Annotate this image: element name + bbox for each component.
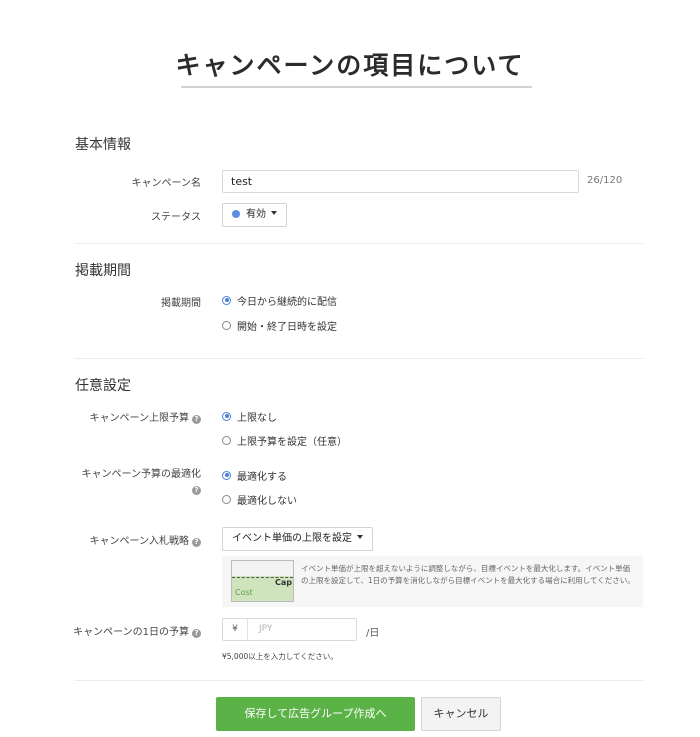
help-icon[interactable]: ? xyxy=(192,538,201,547)
bid-strategy-dropdown[interactable]: イベント単価の上限を設定 xyxy=(222,527,373,551)
status-dropdown[interactable]: 有効 xyxy=(222,203,287,227)
bid-info-text: イベント単価が上限を超えないように調整しながら、目標イベントを最大化します。イベ… xyxy=(301,564,635,585)
budget-opt-label: キャンペーン予算の最適化? xyxy=(81,467,202,497)
daily-budget-hint: ¥5,000以上を入力してください。 xyxy=(222,652,338,661)
daily-budget-label: キャンペーンの1日の予算? xyxy=(73,623,201,638)
period-option-continuous[interactable]: 今日から継続的に配信 xyxy=(222,293,337,308)
status-value: 有効 xyxy=(246,209,266,220)
title-underline xyxy=(181,86,532,88)
caret-down-icon xyxy=(357,535,363,539)
budget-opt-label-text: キャンペーン予算の最適化 xyxy=(81,469,202,480)
page-title: キャンペーンの項目について xyxy=(175,51,525,80)
radio-unchecked-icon[interactable] xyxy=(222,435,231,445)
section-title-basic: 基本情報 xyxy=(75,137,131,153)
status-dot-icon xyxy=(232,210,240,218)
budget-opt-option-label: 最適化しない xyxy=(237,495,297,507)
budget-opt-option-on[interactable]: 最適化する xyxy=(222,468,287,483)
section-title-optional: 任意設定 xyxy=(75,378,131,394)
per-day-unit: /日 xyxy=(366,628,380,639)
divider xyxy=(75,358,643,359)
bid-strategy-value: イベント単価の上限を設定 xyxy=(232,533,352,544)
campaign-name-value: test xyxy=(231,175,253,188)
help-icon[interactable]: ? xyxy=(192,629,201,638)
currency-symbol: ¥ xyxy=(223,619,248,640)
status-label: ステータス xyxy=(151,212,201,223)
bid-strategy-label: キャンペーン入札戦略? xyxy=(89,532,201,547)
daily-budget-input[interactable]: ¥ JPY xyxy=(222,618,357,641)
period-option-label: 今日から継続的に配信 xyxy=(237,296,337,308)
period-label: 掲載期間 xyxy=(161,298,201,309)
bid-strategy-label-text: キャンペーン入札戦略 xyxy=(89,536,190,547)
budget-cap-option-label: 上限予算を設定（任意） xyxy=(237,436,347,448)
radio-checked-icon[interactable] xyxy=(222,411,231,421)
budget-cap-label: キャンペーン上限予算? xyxy=(89,409,201,424)
help-icon[interactable]: ? xyxy=(192,486,201,495)
illustration-top-band xyxy=(232,561,293,577)
budget-cap-option-set[interactable]: 上限予算を設定（任意） xyxy=(222,433,347,448)
cancel-button[interactable]: キャンセル xyxy=(421,697,501,731)
divider xyxy=(75,680,643,681)
period-option-label: 開始・終了日時を設定 xyxy=(237,321,337,333)
budget-cap-option-none[interactable]: 上限なし xyxy=(222,409,277,424)
radio-unchecked-icon[interactable] xyxy=(222,494,231,504)
campaign-name-input[interactable]: test xyxy=(222,170,579,193)
divider xyxy=(75,243,643,244)
illustration-cost-label: Cost xyxy=(235,588,253,597)
radio-checked-icon[interactable] xyxy=(222,470,231,480)
illustration-cap-label: Cap xyxy=(275,578,292,587)
period-option-schedule[interactable]: 開始・終了日時を設定 xyxy=(222,318,337,333)
budget-opt-option-off[interactable]: 最適化しない xyxy=(222,492,297,507)
bid-illustration: Cap Cost xyxy=(231,560,294,602)
daily-budget-label-text: キャンペーンの1日の予算 xyxy=(73,627,189,638)
radio-unchecked-icon[interactable] xyxy=(222,320,231,330)
section-title-period: 掲載期間 xyxy=(75,263,131,279)
campaign-name-counter: 26/120 xyxy=(587,175,623,186)
budget-cap-option-label: 上限なし xyxy=(237,412,277,424)
caret-down-icon xyxy=(271,211,277,215)
budget-cap-label-text: キャンペーン上限予算 xyxy=(89,413,190,424)
save-button[interactable]: 保存して広告グループ作成へ xyxy=(216,697,415,731)
campaign-name-label: キャンペーン名 xyxy=(131,178,202,189)
bid-info-box: Cap Cost イベント単価が上限を超えないように調整しながら、目標イベントを… xyxy=(222,556,643,607)
radio-checked-icon[interactable] xyxy=(222,295,231,305)
daily-budget-placeholder: JPY xyxy=(259,624,273,634)
budget-opt-option-label: 最適化する xyxy=(237,471,287,483)
help-icon[interactable]: ? xyxy=(192,415,201,424)
